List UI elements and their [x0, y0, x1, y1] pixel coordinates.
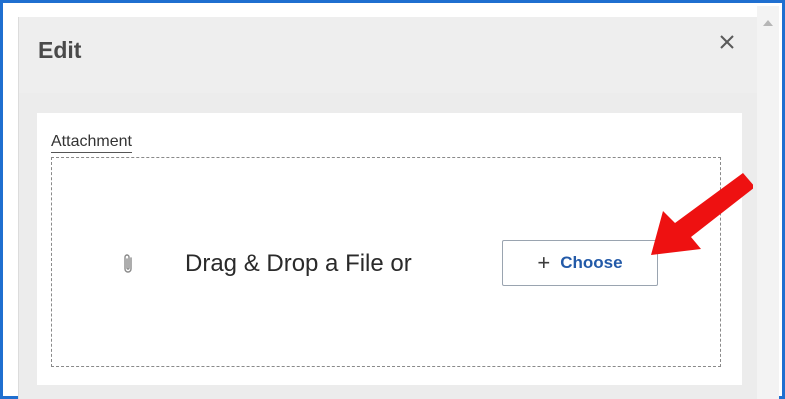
file-dropzone[interactable]: Drag & Drop a File or + Choose — [51, 157, 721, 367]
screenshot-frame: Edit Attachment Drag & Drop a File or + … — [0, 0, 785, 399]
edit-dialog: Edit Attachment Drag & Drop a File or + … — [18, 17, 761, 399]
scroll-up-arrow-icon[interactable] — [763, 20, 773, 26]
close-button[interactable] — [716, 31, 740, 55]
attachment-label: Attachment — [51, 133, 132, 153]
choose-button-label: Choose — [560, 253, 623, 272]
choose-file-button[interactable]: + Choose — [502, 240, 658, 286]
dialog-header: Edit — [19, 17, 760, 93]
close-icon — [720, 35, 734, 49]
vertical-scrollbar[interactable] — [757, 6, 779, 399]
paperclip-icon — [124, 254, 132, 273]
plus-icon: + — [537, 250, 551, 275]
dialog-title: Edit — [38, 37, 82, 63]
dialog-body: Attachment Drag & Drop a File or + Choos… — [37, 113, 742, 385]
dropzone-text: Drag & Drop a File or — [185, 250, 412, 277]
